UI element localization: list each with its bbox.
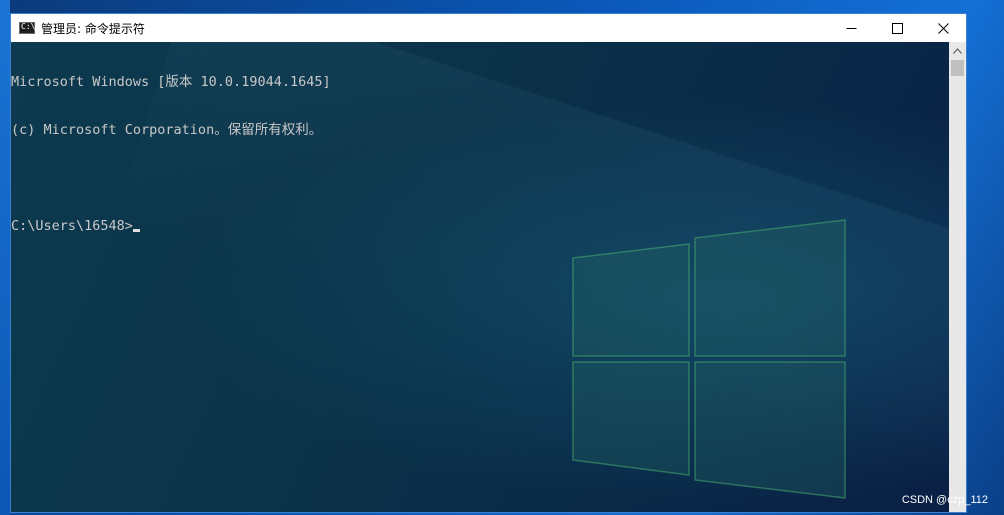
title-bar[interactable]: C:\ 管理员: 命令提示符 — [11, 14, 966, 42]
command-prompt-window: C:\ 管理员: 命令提示符 Microsoft Windows [版本 10.… — [10, 13, 967, 513]
window-title: 管理员: 命令提示符 — [41, 21, 145, 36]
console-line-copyright: (c) Microsoft Corporation。保留所有权利。 — [11, 122, 323, 138]
text-cursor — [132, 229, 140, 232]
minimize-icon — [846, 27, 856, 29]
desktop-background — [0, 0, 10, 515]
cmd-icon: C:\ — [19, 22, 35, 34]
scroll-up-button[interactable] — [949, 42, 966, 59]
vertical-scrollbar[interactable] — [949, 42, 966, 512]
command-prompt: C:\Users\16548> — [11, 218, 133, 234]
scroll-thumb[interactable] — [951, 60, 964, 76]
minimize-button[interactable] — [828, 14, 874, 42]
maximize-button[interactable] — [874, 14, 920, 42]
close-icon — [937, 22, 949, 34]
csdn-watermark: CSDN @czp_112 — [901, 494, 988, 506]
maximize-icon — [891, 22, 903, 34]
console-output: Microsoft Windows [版本 10.0.19044.1645] (… — [11, 42, 331, 266]
console-area[interactable]: Microsoft Windows [版本 10.0.19044.1645] (… — [11, 42, 950, 512]
console-prompt-line[interactable]: C:\Users\16548> — [11, 218, 331, 234]
chevron-up-icon — [953, 47, 962, 54]
console-line-version: Microsoft Windows [版本 10.0.19044.1645] — [11, 74, 331, 90]
close-button[interactable] — [920, 14, 966, 42]
window-controls — [828, 14, 966, 42]
